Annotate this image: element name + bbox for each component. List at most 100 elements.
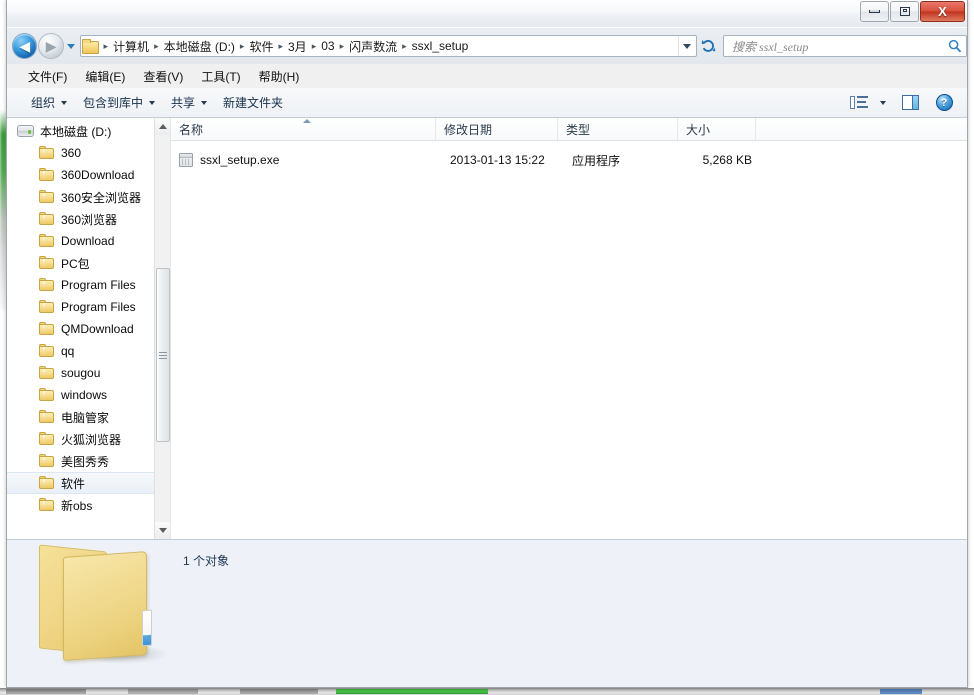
menu-item-tools[interactable]: 工具(T) — [192, 65, 249, 88]
navigation-pane: 本地磁盘 (D:) 360 360Download 360安全浏览器 360浏览… — [7, 118, 171, 539]
breadcrumb-item-0[interactable]: 计算机 — [109, 37, 153, 56]
tree-item-label: Download — [61, 234, 115, 248]
taskbar-tray[interactable] — [880, 689, 922, 694]
folder-icon — [39, 476, 55, 490]
file-name-cell: ssxl_setup.exe — [179, 153, 444, 167]
breadcrumb-item-2[interactable]: 软件 — [245, 37, 277, 56]
forward-button[interactable]: ▶ — [38, 33, 64, 59]
breadcrumb-item-4[interactable]: 03 — [317, 38, 338, 54]
folder-icon — [39, 300, 55, 314]
breadcrumb-item-1[interactable]: 本地磁盘 (D:) — [160, 37, 239, 56]
breadcrumb-item-6[interactable]: ssxl_setup — [408, 38, 473, 54]
tree-item-label: 电脑管家 — [61, 410, 110, 425]
tree-item-label: 360浏览器 — [61, 212, 118, 227]
include-in-library-label: 包含到库中 — [83, 96, 144, 110]
tree-item-computer-butler[interactable]: 电脑管家 — [7, 406, 170, 428]
menu-item-edit[interactable]: 编辑(E) — [76, 65, 134, 88]
search-icon — [948, 39, 962, 53]
folder-icon — [39, 322, 55, 336]
address-bar[interactable]: ▸ 计算机 ▸ 本地磁盘 (D:) ▸ 软件 ▸ 3月 ▸ 03 ▸ 闪声数流 … — [79, 35, 697, 57]
command-bar: 组织 包含到库中 共享 新建文件夹 ? — [7, 88, 967, 118]
column-header-name[interactable]: 名称 — [171, 118, 436, 140]
taskbar-sliver — [0, 688, 974, 695]
folder-icon — [39, 190, 55, 204]
scroll-down-button[interactable] — [155, 522, 170, 539]
menu-item-help[interactable]: 帮助(H) — [250, 65, 309, 88]
tree-item-windows[interactable]: windows — [7, 384, 170, 406]
status-text: 1 个对象 — [183, 554, 230, 568]
navigation-pane-scrollbar[interactable] — [154, 118, 170, 539]
tree-item-label: qq — [61, 344, 75, 358]
tree-item-pc-bao[interactable]: PC包 — [7, 252, 170, 274]
tree-item-sougou[interactable]: sougou — [7, 362, 170, 384]
address-bar-row: ◀ ▶ ▸ 计算机 ▸ 本地磁盘 (D:) ▸ 软件 ▸ 3月 ▸ 03 ▸ 闪… — [7, 28, 967, 64]
maximize-button[interactable] — [890, 1, 919, 22]
tree-item-label: Program Files — [61, 278, 136, 292]
file-type-cell: 应用程序 — [572, 153, 621, 168]
tree-item-program-files-x86[interactable]: Program Files — [7, 296, 170, 318]
folder-icon — [39, 498, 55, 512]
file-list-view: 名称 修改日期 类型 大小 ssxl_setup.exe 2013-01-13 … — [171, 118, 967, 539]
tree-item-program-files[interactable]: Program Files — [7, 274, 170, 296]
change-view-button[interactable] — [845, 91, 873, 115]
search-input[interactable]: 搜索 ssxl_setup — [732, 38, 948, 55]
tree-item-360-browser[interactable]: 360浏览器 — [7, 208, 170, 230]
window-controls: X — [859, 1, 965, 22]
taskbar-item[interactable] — [6, 689, 86, 694]
tree-item-meitu[interactable]: 美图秀秀 — [7, 450, 170, 472]
taskbar-item[interactable] — [128, 689, 198, 694]
taskbar-item-active[interactable] — [336, 689, 488, 694]
tree-item-local-disk[interactable]: 本地磁盘 (D:) — [7, 120, 170, 142]
menu-item-file[interactable]: 文件(F) — [19, 65, 76, 88]
column-header-row: 名称 修改日期 类型 大小 — [171, 118, 967, 141]
taskbar-item[interactable] — [240, 689, 318, 694]
tree-item-360[interactable]: 360 — [7, 142, 170, 164]
back-button[interactable]: ◀ — [12, 33, 38, 59]
file-list-spacer — [171, 141, 967, 149]
chevron-down-icon — [149, 100, 156, 105]
executable-icon — [179, 153, 193, 167]
breadcrumb-item-5[interactable]: 闪声数流 — [345, 37, 401, 56]
back-arrow-icon: ◀ — [19, 38, 31, 54]
change-view-dropdown[interactable] — [875, 91, 891, 115]
file-size-cell: 5,268 KB — [702, 153, 752, 167]
drive-icon — [17, 125, 34, 137]
column-header-label: 大小 — [686, 122, 711, 137]
refresh-button[interactable] — [698, 35, 719, 57]
scrollbar-thumb[interactable] — [156, 268, 170, 442]
recent-locations-button[interactable] — [64, 33, 78, 59]
column-header-date-modified[interactable]: 修改日期 — [436, 118, 558, 140]
help-button[interactable]: ? — [929, 91, 959, 115]
column-header-size[interactable]: 大小 — [678, 118, 756, 140]
tree-item-download[interactable]: Download — [7, 230, 170, 252]
address-dropdown-button[interactable] — [677, 36, 696, 56]
refresh-icon — [701, 39, 716, 52]
column-header-label: 名称 — [179, 122, 204, 137]
tree-item-new-obs[interactable]: 新obs — [7, 494, 170, 516]
close-button[interactable]: X — [920, 1, 965, 22]
tree-item-qq[interactable]: qq — [7, 340, 170, 362]
share-with-button[interactable]: 共享 — [163, 90, 215, 115]
preview-pane-button[interactable] — [893, 91, 927, 115]
organize-button[interactable]: 组织 — [23, 90, 75, 115]
folder-icon — [81, 39, 99, 54]
include-in-library-button[interactable]: 包含到库中 — [75, 90, 163, 115]
breadcrumb-item-3[interactable]: 3月 — [284, 37, 311, 56]
table-row[interactable]: ssxl_setup.exe 2013-01-13 15:22 应用程序 5,2… — [171, 149, 967, 171]
tree-item-360download[interactable]: 360Download — [7, 164, 170, 186]
tree-item-software[interactable]: 软件 — [7, 472, 170, 494]
title-bar: X — [7, 0, 967, 28]
tree-item-firefox[interactable]: 火狐浏览器 — [7, 428, 170, 450]
details-pane: 1 个对象 — [7, 539, 967, 687]
chevron-up-icon — [159, 124, 167, 129]
column-header-type[interactable]: 类型 — [558, 118, 678, 140]
organize-label: 组织 — [31, 96, 56, 110]
file-name-label: ssxl_setup.exe — [200, 153, 280, 167]
scroll-up-button[interactable] — [155, 118, 170, 135]
tree-item-360-safe-browser[interactable]: 360安全浏览器 — [7, 186, 170, 208]
search-box[interactable]: 搜索 ssxl_setup — [722, 35, 967, 57]
minimize-button[interactable] — [860, 1, 889, 22]
tree-item-qmdownload[interactable]: QMDownload — [7, 318, 170, 340]
menu-item-view[interactable]: 查看(V) — [134, 65, 192, 88]
new-folder-button[interactable]: 新建文件夹 — [215, 90, 291, 115]
